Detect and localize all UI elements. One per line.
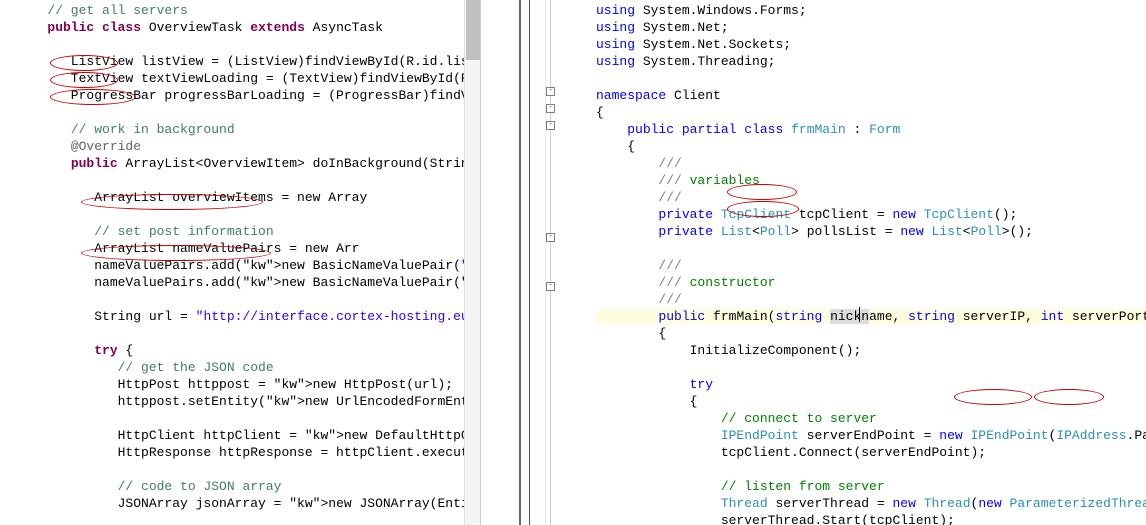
split-divider[interactable] (480, 0, 530, 525)
code-line[interactable]: tcpClient.Connect(serverEndPoint); (596, 444, 1146, 461)
code-line[interactable]: try { (24, 342, 480, 359)
code-line[interactable]: Thread serverThread = new Thread(new Par… (596, 495, 1146, 512)
code-line[interactable]: ArrayList overviewItems = new Array (24, 189, 480, 206)
fold-gutter[interactable]: - - - - - (546, 0, 596, 525)
code-line[interactable]: namespace Client (596, 87, 1146, 104)
code-line[interactable]: nameValuePairs.add("kw">new BasicNameVal… (24, 257, 480, 274)
code-line[interactable]: // get all servers (24, 2, 480, 19)
code-line[interactable]: public frmMain(string nickname, string s… (596, 308, 1146, 325)
code-line[interactable]: httppost.setEntity("kw">new UrlEncodedFo… (24, 393, 480, 410)
code-line[interactable] (596, 461, 1146, 478)
code-line[interactable]: /// constructor (596, 274, 1146, 291)
code-line[interactable]: using System.Net; (596, 19, 1146, 36)
breakpoint-gutter[interactable] (530, 0, 546, 525)
fold-toggle[interactable]: - (546, 233, 555, 242)
code-line[interactable]: using System.Net.Sockets; (596, 36, 1146, 53)
code-line[interactable]: // set post information (24, 223, 480, 240)
code-line[interactable]: ArrayList nameValuePairs = new Arr (24, 240, 480, 257)
code-line[interactable]: using System.Windows.Forms; (596, 2, 1146, 19)
code-line[interactable] (24, 206, 480, 223)
code-line[interactable]: public ArrayList<OverviewItem> doInBackg… (24, 155, 480, 172)
code-line[interactable]: /// (596, 291, 1146, 308)
code-line[interactable]: { (596, 138, 1146, 155)
code-line[interactable]: /// (596, 189, 1146, 206)
fold-toggle[interactable]: - (546, 104, 555, 113)
code-line[interactable]: HttpPost httppost = "kw">new HttpPost(ur… (24, 376, 480, 393)
left-scrollbar-thumb[interactable] (466, 0, 480, 60)
code-line[interactable]: // get the JSON code (24, 359, 480, 376)
code-line[interactable]: HttpClient httpClient = "kw">new Default… (24, 427, 480, 444)
code-line[interactable] (24, 291, 480, 308)
left-scrollbar[interactable] (464, 0, 480, 525)
code-line[interactable]: /// (596, 257, 1146, 274)
code-line[interactable]: // code to JSON array (24, 478, 480, 495)
code-line[interactable]: IPEndPoint serverEndPoint = new IPEndPoi… (596, 427, 1146, 444)
code-line[interactable]: private TcpClient tcpClient = new TcpCli… (596, 206, 1146, 223)
code-line[interactable]: /// variables (596, 172, 1146, 189)
fold-toggle[interactable]: - (546, 282, 555, 291)
code-line[interactable]: // connect to server (596, 410, 1146, 427)
code-line[interactable]: JSONArray jsonArray = "kw">new JSONArray… (24, 495, 480, 512)
code-line[interactable] (596, 359, 1146, 376)
code-line[interactable]: // work in background (24, 121, 480, 138)
code-line[interactable]: using System.Threading; (596, 53, 1146, 70)
code-line[interactable]: private List<Poll> pollsList = new List<… (596, 223, 1146, 240)
code-line[interactable]: { (596, 325, 1146, 342)
code-line[interactable]: /// (596, 155, 1146, 172)
code-line[interactable]: ListView listView = (ListView)findViewBy… (24, 53, 480, 70)
code-line[interactable]: ProgressBar progressBarLoading = (Progre… (24, 87, 480, 104)
fold-toggle[interactable]: - (546, 87, 555, 96)
code-line[interactable]: public partial class frmMain : Form (596, 121, 1146, 138)
right-editor-pane[interactable]: ----- using System.Windows.Forms;using S… (530, 0, 1146, 525)
code-line[interactable]: InitializeComponent(); (596, 342, 1146, 359)
code-line[interactable] (24, 461, 480, 478)
code-line[interactable]: serverThread.Start(tcpClient); (596, 512, 1146, 525)
code-line[interactable] (24, 325, 480, 342)
code-line[interactable]: @Override (24, 138, 480, 155)
code-line[interactable]: { (596, 104, 1146, 121)
code-line[interactable] (24, 172, 480, 189)
left-editor-pane[interactable]: // get all servers public class Overview… (0, 0, 480, 525)
code-line[interactable]: TextView textViewLoading = (TextView)fin… (24, 70, 480, 87)
code-line[interactable]: String url = "http://interface.cortex-ho… (24, 308, 480, 325)
code-line[interactable] (24, 104, 480, 121)
code-line[interactable] (24, 36, 480, 53)
code-line[interactable]: public class OverviewTask extends AsyncT… (24, 19, 480, 36)
fold-toggle[interactable]: - (546, 121, 555, 130)
code-line[interactable]: HttpResponse httpResponse = httpClient.e… (24, 444, 480, 461)
code-line[interactable] (24, 410, 480, 427)
code-line[interactable]: // listen from server (596, 478, 1146, 495)
code-line[interactable]: nameValuePairs.add("kw">new BasicNameVal… (24, 274, 480, 291)
code-line[interactable] (596, 240, 1146, 257)
code-line[interactable]: { (596, 393, 1146, 410)
code-line[interactable]: try (596, 376, 1146, 393)
text-cursor (859, 307, 860, 322)
code-line[interactable] (596, 70, 1146, 87)
